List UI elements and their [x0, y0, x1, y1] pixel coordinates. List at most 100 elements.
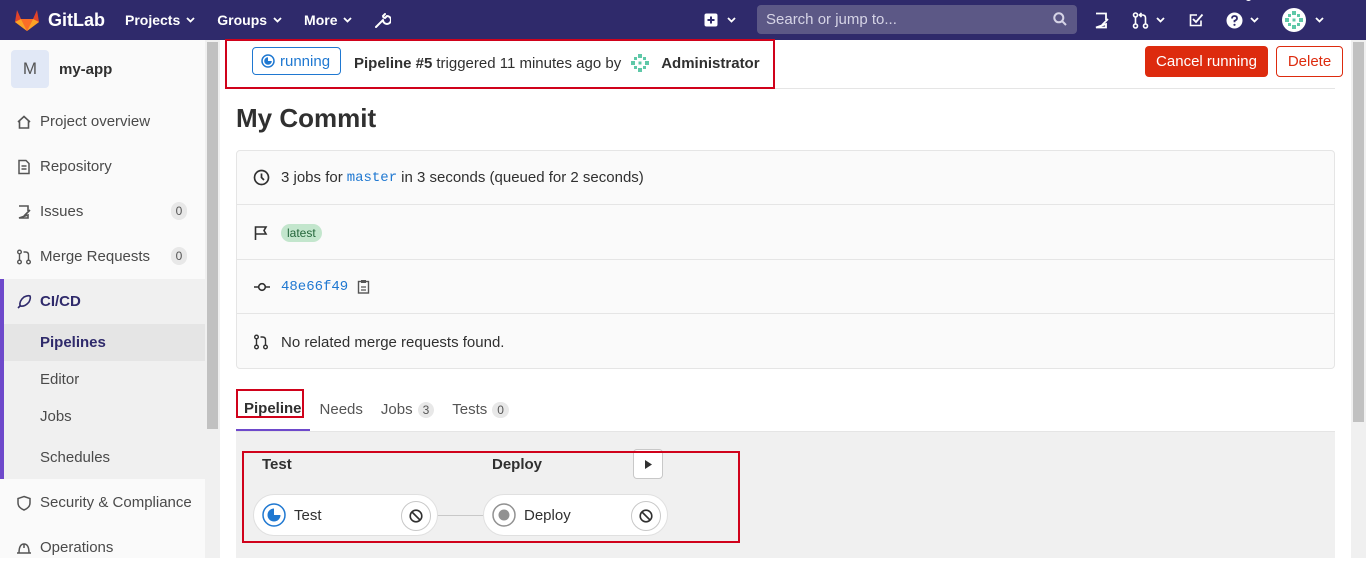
- brand-name: GitLab: [48, 9, 105, 30]
- chevron-down-icon: [273, 17, 282, 23]
- sidebar-item-label: Repository: [40, 158, 112, 175]
- chevron-down-icon: [727, 17, 736, 23]
- sidebar-item-label: Merge Requests: [40, 248, 151, 265]
- commit-icon: [254, 282, 270, 291]
- merge-requests-count-badge: 0: [171, 247, 187, 265]
- gitlab-logo[interactable]: GitLab: [14, 8, 105, 32]
- search-icon: [1053, 12, 1067, 26]
- info-row-merge-requests: No related merge requests found.: [237, 315, 1334, 369]
- help-button[interactable]: [1226, 0, 1259, 29]
- sidebar-subitem-schedules[interactable]: Schedules: [0, 435, 205, 479]
- home-icon: [17, 114, 31, 129]
- search-box[interactable]: [757, 5, 1077, 34]
- commit-title: My Commit: [236, 103, 377, 133]
- issues-icon: [1095, 12, 1109, 28]
- commit-sha-link[interactable]: 48e66f49: [281, 279, 348, 295]
- tab-count-badge: 3: [417, 401, 435, 418]
- info-row-tags: latest: [237, 206, 1334, 260]
- tab-jobs[interactable]: Jobs 3: [373, 388, 442, 431]
- jobs-count-text: 3 jobs for: [281, 169, 343, 186]
- new-item-button[interactable]: [704, 13, 736, 27]
- sidebar-item-label: CI/CD: [40, 293, 81, 310]
- chevron-down-icon: [1156, 17, 1165, 23]
- todos-button[interactable]: [1188, 12, 1204, 28]
- main-content: running Pipeline #5 triggered 11 minutes…: [220, 39, 1350, 558]
- page-scrollbar-thumb[interactable]: [1353, 42, 1364, 422]
- tab-label: Jobs: [380, 401, 413, 418]
- merge-request-icon: [1132, 11, 1149, 29]
- rocket-icon: [17, 294, 32, 309]
- copy-sha-button[interactable]: [357, 279, 370, 294]
- sidebar-item-issues[interactable]: Issues 0: [0, 189, 205, 234]
- admin-wrench-button[interactable]: [374, 12, 392, 29]
- tab-tests[interactable]: Tests 0: [444, 388, 517, 431]
- nav-groups-label: Groups: [217, 12, 268, 28]
- project-header[interactable]: M my-app: [11, 50, 112, 88]
- sidebar-item-label: Project overview: [40, 113, 151, 130]
- sidebar-subitem-label: Jobs: [40, 408, 72, 425]
- issues-count-badge: 0: [171, 202, 187, 220]
- sidebar-item-merge-requests[interactable]: Merge Requests 0: [0, 234, 205, 279]
- info-row-commit: 48e66f49: [237, 260, 1334, 314]
- plus-square-icon: [704, 13, 718, 27]
- sidebar-subitem-jobs[interactable]: Jobs: [0, 398, 205, 435]
- pipeline-info-box: 3 jobs for master in 3 seconds (queued f…: [236, 150, 1335, 369]
- sidebar-subitem-pipelines[interactable]: Pipelines: [0, 324, 205, 361]
- question-icon: [1226, 12, 1243, 28]
- sidebar-item-cicd[interactable]: CI/CD: [0, 279, 205, 324]
- sidebar-scrollbar-thumb[interactable]: [207, 42, 218, 429]
- tab-label: Needs: [319, 401, 363, 418]
- chevron-down-icon: [1250, 17, 1259, 23]
- branch-link[interactable]: master: [347, 170, 397, 186]
- highlight-box-pipeline-tab: [236, 389, 304, 418]
- delete-button[interactable]: Delete: [1276, 46, 1343, 77]
- sidebar-item-label: Operations: [40, 539, 114, 556]
- tanuki-icon: [15, 10, 39, 31]
- highlight-box-header: [225, 39, 775, 89]
- sidebar-item-security-compliance[interactable]: Security & Compliance: [0, 480, 205, 525]
- sidebar-item-repository[interactable]: Repository: [0, 144, 205, 189]
- clock-icon: [253, 169, 270, 186]
- nav-groups[interactable]: Groups: [217, 12, 282, 28]
- chevron-down-icon: [1315, 17, 1324, 23]
- flag-icon: [254, 225, 268, 240]
- operations-icon: [17, 542, 31, 554]
- project-name: my-app: [59, 60, 113, 78]
- clipboard-icon: [358, 280, 370, 294]
- merge-requests-button[interactable]: [1132, 11, 1165, 29]
- sidebar-item-label: Issues: [40, 203, 84, 220]
- user-menu-button[interactable]: [1282, 8, 1324, 32]
- nav-projects[interactable]: Projects: [125, 12, 195, 28]
- cancel-running-button[interactable]: Cancel running: [1145, 46, 1268, 77]
- nav-more-label: More: [304, 12, 338, 28]
- shield-icon: [17, 495, 31, 511]
- user-avatar-icon: [1282, 8, 1306, 32]
- chevron-down-icon: [186, 17, 195, 23]
- tab-label: Tests: [452, 401, 488, 418]
- sidebar-item-operations[interactable]: Operations: [0, 525, 205, 570]
- jobs-duration-text: in 3 seconds (queued for 2 seconds): [401, 169, 644, 186]
- wrench-icon: [375, 12, 392, 28]
- info-row-jobs: 3 jobs for master in 3 seconds (queued f…: [237, 151, 1334, 205]
- project-avatar: M: [11, 50, 49, 88]
- top-navbar: GitLab Projects Groups More: [0, 0, 1366, 40]
- highlight-box-graph: [242, 451, 740, 543]
- sidebar-subitem-label: Pipelines: [40, 334, 106, 351]
- tab-needs[interactable]: Needs: [312, 388, 371, 431]
- notification-dot: [1245, 0, 1252, 1]
- search-input[interactable]: [766, 11, 1046, 28]
- chevron-down-icon: [343, 17, 353, 23]
- issues-icon: [18, 204, 31, 219]
- sidebar-item-label: Security & Compliance: [40, 494, 192, 511]
- sidebar-subitem-editor[interactable]: Editor: [0, 361, 205, 398]
- sidebar-item-project-overview[interactable]: Project overview: [0, 99, 205, 144]
- merge-request-icon: [17, 249, 31, 264]
- sidebar-subitem-label: Schedules: [40, 448, 111, 466]
- todo-issues-button[interactable]: [1093, 12, 1110, 29]
- project-sidebar: M my-app Project overview Repository Iss…: [0, 40, 220, 558]
- nav-more[interactable]: More: [304, 12, 353, 28]
- todo-check-icon: [1189, 13, 1204, 27]
- latest-badge: latest: [281, 223, 322, 242]
- no-merge-requests-text: No related merge requests found.: [281, 333, 505, 351]
- tab-count-badge: 0: [492, 401, 509, 418]
